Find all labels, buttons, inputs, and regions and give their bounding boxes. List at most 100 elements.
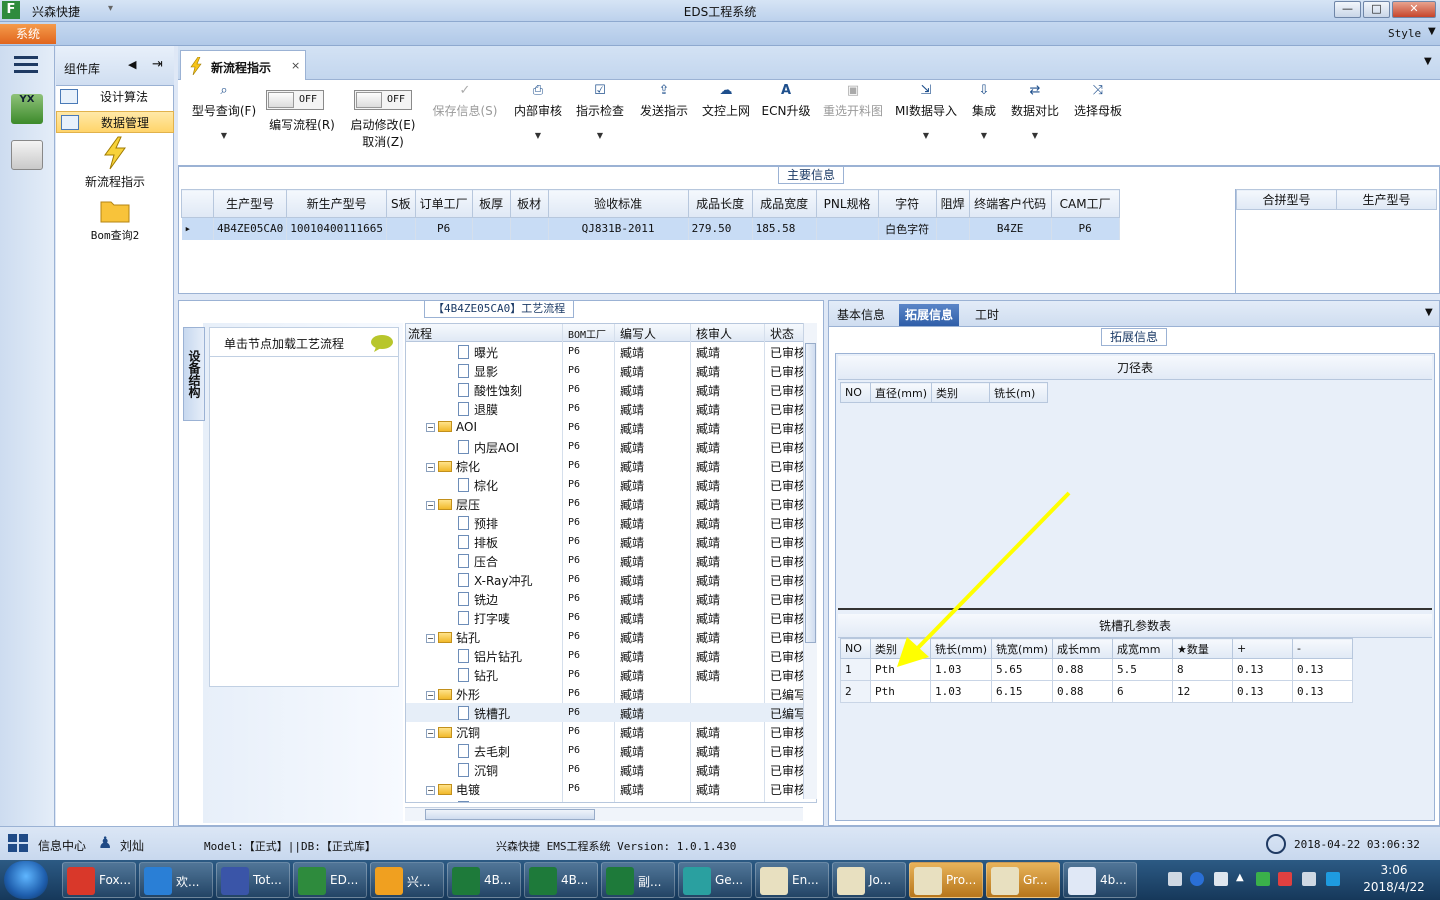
column-header[interactable]: 合拼型号 bbox=[1236, 189, 1337, 210]
tab-close-icon[interactable]: × bbox=[291, 59, 300, 72]
table-cell[interactable]: 0.13 bbox=[1232, 658, 1294, 681]
taskbar-button[interactable]: ED... bbox=[293, 862, 367, 898]
column-header[interactable]: 流程 bbox=[408, 325, 432, 342]
table-cell[interactable] bbox=[510, 217, 549, 240]
taskbar-button[interactable]: Gr... bbox=[986, 862, 1060, 898]
collapse-toggle-icon[interactable]: − bbox=[426, 423, 435, 432]
collapse-toggle-icon[interactable]: − bbox=[426, 786, 435, 795]
column-header[interactable]: ★数量 bbox=[1172, 638, 1234, 659]
tree-row[interactable]: 退膜 P6 臧靖 臧靖 已审核 bbox=[406, 399, 816, 418]
send-indication-button[interactable]: ⇪ 发送指示 bbox=[636, 80, 692, 166]
collapse-left-icon[interactable]: ◀ bbox=[128, 58, 136, 71]
network-icon[interactable] bbox=[1214, 872, 1228, 886]
column-header[interactable]: 生产型号 bbox=[212, 189, 288, 218]
table-row[interactable]: 2 Pth 1.03 6.15 0.88 6 12 0.13 0.13 bbox=[840, 680, 1354, 703]
reselect-cutting-chart-button[interactable]: ▣ 重选开料图 bbox=[818, 80, 888, 166]
taskbar-button[interactable]: 兴... bbox=[370, 862, 444, 898]
table-cell[interactable]: 185.58 bbox=[752, 217, 817, 240]
info-center-link[interactable]: 信息中心 bbox=[38, 837, 86, 854]
minimize-button[interactable]: — bbox=[1334, 1, 1361, 18]
tree-row[interactable]: 酸性蚀刻 P6 臧靖 臧靖 已审核 bbox=[406, 380, 816, 399]
help-icon[interactable] bbox=[1190, 872, 1204, 886]
vertical-scrollbar[interactable] bbox=[803, 323, 817, 799]
indication-check-button[interactable]: ☑ 指示检查 ▼ bbox=[572, 80, 628, 166]
table-cell[interactable]: 10010400111665 bbox=[286, 217, 387, 240]
table-cell[interactable] bbox=[386, 217, 416, 240]
column-header[interactable]: 编写人 bbox=[620, 325, 656, 342]
tray-expand-icon[interactable]: ▲ bbox=[1236, 872, 1250, 886]
column-header[interactable]: 生产型号 bbox=[1336, 189, 1437, 210]
column-header[interactable]: 验收标准 bbox=[547, 189, 689, 218]
toggle-switch[interactable]: OFF bbox=[266, 90, 324, 110]
column-header[interactable]: 阻焊 bbox=[935, 189, 970, 218]
horizontal-scrollbar[interactable] bbox=[405, 807, 803, 821]
taskbar-button[interactable]: 欢... bbox=[139, 862, 213, 898]
tree-row[interactable]: − 层压 P6 臧靖 臧靖 已审核 bbox=[406, 494, 816, 513]
table-cell[interactable] bbox=[816, 217, 879, 240]
keyboard-icon[interactable] bbox=[1168, 872, 1182, 886]
factory-icon[interactable]: YX bbox=[11, 94, 43, 124]
tab-dropdown-icon[interactable]: ▼ bbox=[1425, 307, 1433, 318]
style-label[interactable]: Style bbox=[1388, 27, 1421, 40]
column-header[interactable]: 终端客户代码 bbox=[968, 189, 1052, 218]
table-cell[interactable] bbox=[472, 217, 511, 240]
column-header[interactable]: + bbox=[1232, 638, 1294, 659]
start-button[interactable] bbox=[4, 861, 48, 899]
table-cell[interactable] bbox=[936, 217, 970, 240]
tree-row[interactable]: 铣边 P6 臧靖 臧靖 已审核 bbox=[406, 589, 816, 608]
tree-row[interactable]: X-Ray冲孔 P6 臧靖 臧靖 已审核 bbox=[406, 570, 816, 589]
taskbar-button[interactable]: En... bbox=[755, 862, 829, 898]
taskbar-button[interactable]: 副... bbox=[601, 862, 675, 898]
table-cell[interactable]: 4B4ZE05CA0 bbox=[213, 217, 288, 240]
component-new-process-indication[interactable]: 新流程指示 bbox=[56, 136, 174, 190]
taskbar-button[interactable]: Ge... bbox=[678, 862, 752, 898]
table-cell[interactable]: P6 bbox=[1051, 217, 1120, 240]
tree-row[interactable]: 棕化 P6 臧靖 臧靖 已审核 bbox=[406, 475, 816, 494]
column-header[interactable]: 成品长度 bbox=[687, 189, 753, 218]
table-cell[interactable]: 6 bbox=[1112, 680, 1174, 703]
collapse-toggle-icon[interactable]: − bbox=[426, 501, 435, 510]
taskbar-button[interactable]: Pro... bbox=[909, 862, 983, 898]
collapse-toggle-icon[interactable]: − bbox=[426, 691, 435, 700]
tab-new-process-indication[interactable]: 新流程指示 × bbox=[180, 50, 306, 80]
tab-device-structure[interactable]: 设备结构 bbox=[183, 327, 205, 421]
taskbar-clock[interactable]: 3:06 2018/4/22 bbox=[1352, 862, 1436, 896]
table-cell[interactable]: 279.50 bbox=[688, 217, 753, 240]
column-header[interactable]: 板材 bbox=[509, 189, 549, 218]
column-header[interactable]: BOM工厂 bbox=[568, 326, 606, 341]
menu-icon[interactable] bbox=[14, 56, 38, 74]
model-query-button[interactable]: ⌕ 型号查询(F) ▼ bbox=[184, 80, 264, 166]
maximize-button[interactable]: □ bbox=[1363, 1, 1390, 18]
tree-row[interactable]: 沉铜 P6 臧靖 臧靖 已审核 bbox=[406, 760, 816, 779]
data-compare-button[interactable]: ⇄ 数据对比 ▼ bbox=[1008, 80, 1062, 166]
column-header[interactable]: 类别 bbox=[931, 382, 991, 403]
column-header[interactable]: 状态 bbox=[770, 325, 794, 342]
column-header[interactable]: - bbox=[1292, 638, 1354, 659]
column-header[interactable]: NO bbox=[840, 638, 871, 659]
scrollbar-thumb[interactable] bbox=[425, 809, 595, 820]
table-cell[interactable]: 0.88 bbox=[1052, 680, 1114, 703]
close-button[interactable]: ✕ bbox=[1392, 1, 1436, 18]
column-header[interactable]: 新生产型号 bbox=[286, 189, 387, 218]
security-icon[interactable] bbox=[1256, 872, 1270, 886]
column-header[interactable]: 成品宽度 bbox=[751, 189, 817, 218]
write-process-toggle[interactable]: OFF 编写流程(R) bbox=[262, 80, 342, 166]
ecn-upgrade-button[interactable]: A ECN升级 bbox=[760, 80, 812, 166]
tree-row[interactable]: 预排 P6 臧靖 臧靖 已审核 bbox=[406, 513, 816, 532]
table-cell[interactable]: 1 bbox=[840, 658, 871, 681]
tab-list-dropdown-icon[interactable]: ▼ bbox=[1424, 56, 1432, 67]
table-cell[interactable]: B4ZE bbox=[969, 217, 1052, 240]
select-mother-board-button[interactable]: ⤨ 选择母板 bbox=[1070, 80, 1126, 166]
column-header[interactable]: 直径(mm) bbox=[869, 382, 933, 403]
tree-row[interactable]: 内层AOI P6 臧靖 臧靖 已审核 bbox=[406, 437, 816, 456]
table-cell[interactable]: Pth bbox=[870, 680, 931, 703]
table-cell[interactable]: 1.03 bbox=[929, 680, 993, 703]
table-cell[interactable]: 0.13 bbox=[1292, 658, 1354, 681]
grid-icon[interactable] bbox=[8, 834, 30, 854]
tree-row[interactable]: 钻孔 P6 臧靖 臧靖 已审核 bbox=[406, 665, 816, 684]
tree-row[interactable]: − AOI P6 臧靖 臧靖 已审核 bbox=[406, 418, 816, 437]
table-cell[interactable]: P6 bbox=[415, 217, 473, 240]
table-cell[interactable]: 白色字符 bbox=[878, 217, 937, 240]
taskbar-button[interactable]: 4B... bbox=[447, 862, 521, 898]
tab-extended-info[interactable]: 拓展信息 bbox=[899, 304, 960, 326]
